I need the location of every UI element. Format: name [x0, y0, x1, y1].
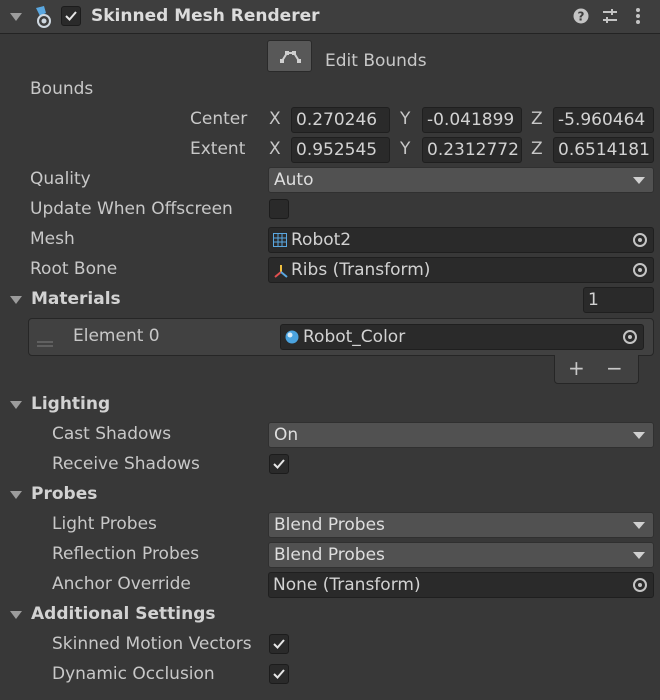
reflection-probes-label: Reflection Probes: [52, 544, 200, 564]
quality-label: Quality: [30, 169, 91, 189]
remove-element-button[interactable]: −: [606, 356, 623, 380]
reflection-probes-dropdown[interactable]: Blend Probes: [268, 542, 654, 568]
object-picker-icon[interactable]: [633, 263, 647, 277]
receive-shadows-checkbox[interactable]: [269, 454, 289, 474]
anchor-override-label: Anchor Override: [52, 574, 191, 594]
dynamic-occlusion-checkbox[interactable]: [269, 664, 289, 684]
drag-handle-icon[interactable]: [37, 333, 53, 347]
lighting-label[interactable]: Lighting: [31, 394, 110, 414]
dropdown-arrow-icon: [633, 522, 645, 529]
extent-y-field[interactable]: 0.2312772: [422, 137, 522, 163]
extent-z-label: Z: [531, 139, 543, 159]
reflection-probes-value: Blend Probes: [274, 545, 385, 565]
extent-x-field[interactable]: 0.952545: [291, 137, 390, 163]
presets-icon[interactable]: [601, 7, 619, 25]
edit-bounds-label: Edit Bounds: [325, 51, 427, 71]
list-add-remove-bar: [554, 355, 639, 384]
center-y-field[interactable]: -0.041899: [422, 107, 522, 133]
light-probes-label: Light Probes: [52, 514, 157, 534]
cast-shadows-dropdown[interactable]: On: [268, 422, 654, 448]
foldout-probes-arrow[interactable]: [10, 491, 22, 499]
foldout-header-arrow[interactable]: [10, 13, 22, 21]
material-sphere-icon: [285, 330, 299, 344]
help-icon[interactable]: ?: [573, 8, 589, 24]
center-z-field[interactable]: -5.960464: [553, 107, 654, 133]
add-element-button[interactable]: +: [568, 356, 585, 380]
root-bone-field[interactable]: Ribs (Transform): [268, 257, 654, 283]
root-bone-value: Ribs (Transform): [291, 260, 431, 280]
skinned-motion-vectors-checkbox[interactable]: [269, 634, 289, 654]
center-z-label: Z: [531, 109, 543, 129]
skinned-mesh-icon: [32, 5, 54, 29]
materials-count-field[interactable]: 1: [583, 287, 654, 313]
extent-y-label: Y: [400, 139, 411, 159]
foldout-lighting-arrow[interactable]: [10, 401, 22, 409]
cast-shadows-value: On: [274, 425, 299, 445]
center-y-label: Y: [400, 109, 411, 129]
materials-label[interactable]: Materials: [31, 289, 121, 309]
foldout-additional-arrow[interactable]: [10, 611, 22, 619]
center-label: Center: [190, 109, 248, 129]
skinned-motion-vectors-label: Skinned Motion Vectors: [52, 634, 252, 654]
bounds-label: Bounds: [30, 79, 94, 99]
dropdown-arrow-icon: [633, 552, 645, 559]
mesh-label: Mesh: [30, 229, 75, 249]
center-x-field[interactable]: 0.270246: [291, 107, 390, 133]
update-offscreen-label: Update When Offscreen: [30, 199, 233, 219]
update-offscreen-checkbox[interactable]: [269, 199, 289, 219]
element-0-field[interactable]: Robot_Color: [280, 324, 644, 350]
transform-icon: [274, 265, 288, 278]
extent-label: Extent: [190, 139, 246, 159]
object-picker-icon[interactable]: [633, 578, 647, 592]
component-title: Skinned Mesh Renderer: [91, 6, 320, 26]
probes-label[interactable]: Probes: [31, 484, 97, 504]
object-picker-icon[interactable]: [623, 330, 637, 344]
edit-bounds-icon: [280, 51, 301, 63]
extent-z-field[interactable]: 0.6514181: [553, 137, 654, 163]
quality-value: Auto: [274, 170, 314, 190]
anchor-override-field[interactable]: None (Transform): [268, 572, 654, 598]
extent-x-label: X: [269, 139, 281, 159]
mesh-field[interactable]: Robot2: [268, 227, 654, 253]
receive-shadows-label: Receive Shadows: [52, 454, 200, 474]
light-probes-value: Blend Probes: [274, 515, 385, 535]
object-picker-icon[interactable]: [633, 233, 647, 247]
svg-text:?: ?: [578, 10, 585, 24]
dynamic-occlusion-label: Dynamic Occlusion: [52, 664, 215, 684]
component-enabled-checkbox[interactable]: [61, 6, 81, 26]
foldout-materials-arrow[interactable]: [10, 296, 22, 304]
dropdown-arrow-icon: [633, 432, 645, 439]
cast-shadows-label: Cast Shadows: [52, 424, 172, 444]
anchor-override-value: None (Transform): [273, 575, 421, 595]
edit-bounds-button[interactable]: [267, 40, 312, 72]
kebab-menu-icon[interactable]: [634, 7, 642, 25]
quality-dropdown[interactable]: Auto: [268, 167, 654, 193]
mesh-grid-icon: [273, 233, 287, 247]
root-bone-label: Root Bone: [30, 259, 118, 279]
mesh-value: Robot2: [291, 230, 352, 250]
center-x-label: X: [269, 109, 281, 129]
light-probes-dropdown[interactable]: Blend Probes: [268, 512, 654, 538]
additional-settings-label[interactable]: Additional Settings: [31, 604, 216, 624]
dropdown-arrow-icon: [633, 177, 645, 184]
element-0-label: Element 0: [73, 326, 160, 346]
element-0-value: Robot_Color: [303, 327, 406, 347]
